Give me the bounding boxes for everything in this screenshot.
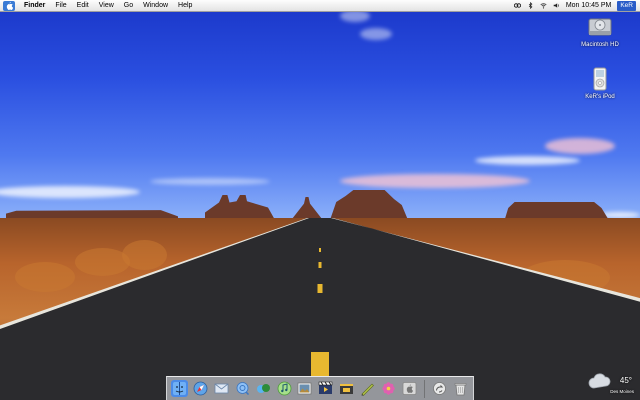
dock-separator	[424, 379, 426, 398]
wallpaper-road-marking	[317, 284, 323, 293]
dock-sherlock[interactable]	[255, 380, 272, 397]
wallpaper-road-marking	[311, 352, 329, 376]
photo-booth-icon	[382, 382, 395, 395]
apple-menu-icon[interactable]	[3, 0, 15, 11]
trash-icon	[454, 383, 467, 396]
mail-icon	[214, 383, 229, 394]
dock-finder[interactable]	[170, 380, 188, 397]
desktop-icon-label: KeR's iPod	[585, 94, 615, 100]
safari-icon	[193, 381, 208, 396]
dock-system-preferences[interactable]	[401, 380, 418, 397]
desktop-wallpaper	[0, 0, 640, 400]
sync-status-icon[interactable]	[513, 2, 521, 9]
dock-trash[interactable]	[452, 380, 469, 397]
volume-icon[interactable]	[553, 2, 560, 9]
desktop-icon-label: Macintosh HD	[581, 42, 619, 48]
hard-drive-icon	[588, 18, 612, 36]
wallpaper-cloud	[545, 138, 615, 154]
finder-icon	[172, 382, 186, 395]
documents-stack-icon	[433, 382, 446, 395]
dock-itunes[interactable]	[276, 380, 293, 397]
menu-help[interactable]: Help	[173, 0, 197, 11]
iphoto-icon	[298, 382, 312, 395]
wallpaper-cloud	[340, 174, 530, 188]
desktop-icon-ipod[interactable]: KeR's iPod	[570, 66, 630, 100]
menu-edit[interactable]: Edit	[72, 0, 94, 11]
dock-safari[interactable]	[192, 380, 209, 397]
imovie-icon	[319, 381, 333, 394]
wallpaper-brush	[122, 240, 167, 270]
weather-temperature: 45°	[619, 376, 632, 385]
dock-iphoto[interactable]	[296, 380, 313, 397]
menubar-clock[interactable]: Mon 10:45 PM	[566, 2, 612, 9]
cloud-icon	[588, 373, 611, 389]
itunes-icon	[277, 381, 291, 396]
wallpaper-road-marking	[318, 262, 322, 268]
dock-mail[interactable]	[213, 380, 230, 397]
iwork-icon	[361, 383, 375, 396]
menu-view[interactable]: View	[94, 0, 119, 11]
menu-app-name[interactable]: Finder	[19, 0, 50, 11]
dock-imovie[interactable]	[317, 380, 334, 397]
bluetooth-icon[interactable]	[527, 2, 534, 9]
wifi-icon[interactable]	[540, 2, 547, 9]
dock	[166, 376, 474, 400]
wallpaper-cloud	[360, 28, 392, 40]
dock-iwork[interactable]	[359, 380, 376, 397]
wallpaper-brush	[15, 262, 75, 292]
menu-file[interactable]: File	[50, 0, 71, 11]
sherlock-icon	[256, 384, 270, 393]
dock-idvd[interactable]	[338, 380, 355, 397]
fast-user-switch-menu[interactable]: KeR	[617, 0, 636, 11]
dock-ichat[interactable]	[234, 380, 251, 397]
wallpaper-cloud	[475, 156, 580, 165]
ichat-icon	[236, 382, 249, 396]
weather-widget[interactable]: 45° Des Moines	[588, 370, 638, 398]
desktop-icon-macintosh-hd[interactable]: Macintosh HD	[570, 14, 630, 48]
idvd-icon	[340, 384, 354, 394]
dock-photo-booth[interactable]	[380, 380, 397, 397]
menu-window[interactable]: Window	[138, 0, 173, 11]
wallpaper-cloud	[150, 178, 270, 185]
dock-documents-stack[interactable]	[431, 380, 448, 397]
menu-go[interactable]: Go	[119, 0, 138, 11]
weather-city: Des Moines	[610, 389, 634, 394]
wallpaper-road-marking	[319, 248, 321, 252]
ipod-icon	[593, 67, 607, 91]
system-preferences-icon	[402, 382, 417, 395]
menu-bar: Finder File Edit View Go Window Help Mon…	[0, 0, 640, 12]
